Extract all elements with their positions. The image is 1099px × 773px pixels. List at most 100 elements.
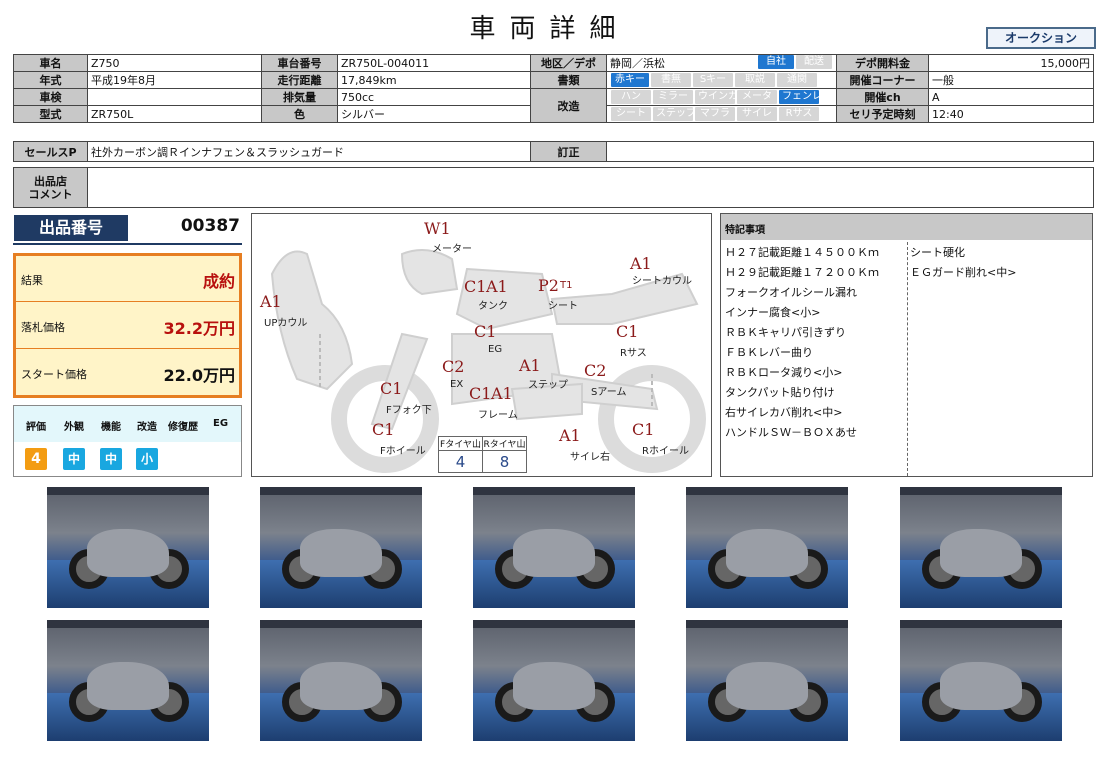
label-corner: 開催コーナー (836, 71, 929, 89)
front-tire-label: Fタイヤ山 (438, 436, 483, 451)
mark-r-sus: C1 (616, 322, 639, 341)
motorcycle-photo[interactable] (47, 487, 209, 608)
label-frame: 車台番号 (261, 54, 338, 72)
eval-header-repair: 修復歴 (168, 422, 198, 433)
note-item: Ｈ２７記載距離１４５００Ｋｍ (725, 246, 879, 259)
mark-rear-wheel: C1 (632, 420, 655, 439)
label-displacement: 排気量 (261, 88, 338, 106)
page-title: 車両詳細 (469, 14, 630, 44)
evaluation-header: 評価 外観 機能 改造 修復歴 EG (14, 406, 241, 442)
chip-handle: ハン (611, 90, 651, 104)
eval-header-exterior: 外観 (64, 422, 84, 433)
mark-engine: C1 (474, 322, 497, 341)
winning-price-row: 落札価格 32.2万円 (16, 303, 239, 349)
label-swing-arm: Sアーム (591, 387, 627, 398)
label-auction-time: セリ予定時刻 (836, 105, 929, 123)
label-year: 年式 (13, 71, 88, 89)
mark-meter: W1 (424, 219, 451, 238)
label-exhaust: EX (450, 379, 464, 390)
note-item: ＲＢＫキャリパ引きずり (725, 326, 846, 339)
note-item: フォークオイルシール漏れ (725, 286, 857, 299)
mark-silencer: A1 (559, 426, 581, 445)
label-silencer: サイレ右 (570, 452, 610, 463)
eval-header-modification: 改造 (137, 422, 157, 433)
mark-tank-c1: C1 (464, 277, 487, 296)
motorcycle-photo[interactable] (900, 620, 1062, 741)
chip-red-key: 赤キー (611, 73, 649, 87)
note-item: シート硬化 (910, 246, 965, 259)
note-item: 右サイレカバ削れ<中> (725, 406, 843, 419)
note-item: ＦＢＫレバー曲り (725, 346, 813, 359)
motorcycle-photo[interactable] (473, 620, 635, 741)
eval-header-eg: EG (213, 418, 229, 429)
chip-customs: 通関 (777, 73, 817, 87)
mark-exhaust: C2 (442, 357, 465, 376)
comment-table: 出品店 コメント (13, 167, 1094, 208)
motorcycle-photo[interactable] (900, 487, 1062, 608)
value-year: 平成19年8月 (87, 71, 262, 89)
start-price-value: 22.0万円 (163, 366, 235, 385)
lot-divider (13, 243, 242, 245)
label-correction: 訂正 (530, 141, 607, 162)
value-area: 静岡／浜松 自社 配送 (606, 54, 837, 72)
motorcycle-photo[interactable] (47, 620, 209, 741)
label-front-wheel: Fホイール (380, 446, 426, 457)
label-seat: シート (548, 301, 578, 312)
mark-front-wheel: C1 (372, 420, 395, 439)
motorcycle-photo[interactable] (260, 487, 422, 608)
label-depot-fee: デポ開料金 (836, 54, 929, 72)
mark-frame-a1: A1 (491, 384, 513, 403)
result-panel: 結果 成約 落札価格 32.2万円 スタート価格 22.0万円 (13, 253, 242, 398)
chip-muffler: マフラ (695, 107, 735, 121)
mark-seat-cowl: A1 (630, 254, 652, 273)
document-chips: 赤キー 書無 Sキー 取説 通関 (606, 71, 837, 89)
start-price-label: スタート価格 (21, 368, 87, 381)
note-item: タンクパット貼り付け (725, 386, 835, 399)
chip-meter: メータ (737, 90, 777, 104)
mark-swing-arm: C2 (584, 361, 607, 380)
motorcycle-photo[interactable] (686, 487, 848, 608)
chip-seat: シート (611, 107, 651, 121)
label-tank: タンク (478, 301, 508, 312)
sales-table: セールスP 社外カーボン調Ｒインナフェン＆スラッシュガード 訂正 (13, 141, 1094, 162)
label-rear-wheel: Rホイール (642, 446, 689, 457)
label-frame: フレーム (478, 410, 518, 421)
notes-title: 特記事項 (721, 214, 1092, 240)
motorcycle-photo[interactable] (260, 620, 422, 741)
area-text: 静岡／浜松 (610, 57, 665, 70)
note-item: ハンドルＳＷ－ＢＯＸあせ (725, 426, 857, 439)
auction-button[interactable]: オークション (986, 27, 1096, 49)
value-channel: A (928, 88, 1094, 106)
eval-function: 中 (100, 448, 122, 470)
motorcycle-photo[interactable] (473, 487, 635, 608)
label-up-cowl: UPカウル (264, 318, 308, 329)
chip-delivery: 配送 (796, 55, 832, 69)
value-displacement: 750cc (337, 88, 531, 106)
eval-header-function: 機能 (101, 422, 121, 433)
label-step: ステップ (528, 380, 568, 391)
mark-step: A1 (519, 356, 541, 375)
winning-price-label: 落札価格 (21, 321, 65, 334)
eval-header-score: 評価 (26, 422, 46, 433)
mark-up-cowl: A1 (260, 292, 282, 311)
chip-mirror: ミラー (653, 90, 693, 104)
label-front-fork: Fフォク下 (386, 405, 432, 416)
value-sales-point: 社外カーボン調Ｒインナフェン＆スラッシュガード (87, 141, 531, 162)
value-mileage: 17,849km (337, 71, 531, 89)
label-inspection: 車検 (13, 88, 88, 106)
motorcycle-photo[interactable] (686, 620, 848, 741)
mark-front-fork: C1 (380, 379, 403, 398)
chip-no-docs: 書無 (651, 73, 691, 87)
note-item: Ｈ２９記載距離１７２００Ｋｍ (725, 266, 879, 279)
chip-s-key: Sキー (693, 73, 733, 87)
chip-silencer: サイレ (737, 107, 777, 121)
label-color: 色 (261, 105, 338, 123)
chip-manual: 取説 (735, 73, 775, 87)
value-comment (87, 167, 1094, 208)
eval-score: 4 (25, 448, 47, 470)
label-channel: 開催ch (836, 88, 929, 106)
eval-modification: 小 (136, 448, 158, 470)
value-model: ZR750L (87, 105, 262, 123)
chip-r-sus: Rサス (779, 107, 819, 121)
mark-tank-a1: A1 (486, 277, 508, 296)
